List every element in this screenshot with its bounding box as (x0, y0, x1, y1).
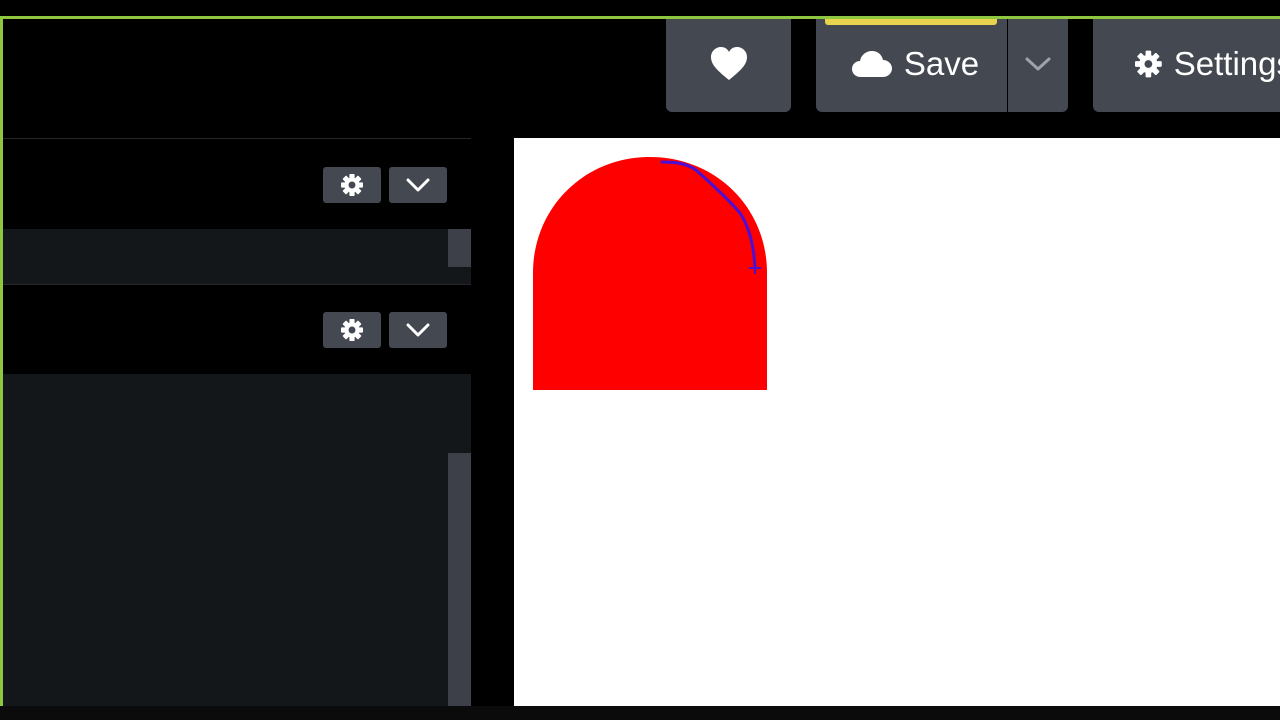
panel-scrollbar[interactable] (448, 229, 471, 267)
settings-label: Settings (1173, 45, 1280, 82)
chevron-down-icon (406, 323, 430, 337)
panel-settings-button[interactable] (323, 167, 381, 203)
panel-scrollbar[interactable] (448, 453, 471, 706)
canvas-preview[interactable] (514, 138, 1280, 706)
canvas-drawing (533, 157, 767, 390)
save-accent-bar (825, 19, 997, 25)
window-border (0, 16, 3, 720)
settings-button[interactable]: Settings (1093, 16, 1280, 112)
red-arch-shape[interactable] (533, 157, 767, 390)
save-label: Save (903, 45, 980, 82)
favorite-button[interactable] (666, 16, 791, 112)
window-border (0, 16, 1280, 19)
gear-icon (1135, 50, 1162, 78)
panel-content (3, 374, 471, 706)
panel-divider (471, 138, 514, 706)
panel-collapse-button[interactable] (389, 312, 447, 348)
panel-collapse-button[interactable] (389, 167, 447, 203)
chevron-down-icon (1025, 57, 1051, 71)
save-button[interactable]: Save (816, 16, 1007, 112)
save-options-dropdown[interactable] (1008, 16, 1068, 112)
gear-icon (341, 319, 363, 341)
chevron-down-icon (406, 178, 430, 192)
cloud-icon (851, 51, 892, 77)
bottom-bar (0, 706, 1280, 720)
panel-settings-button[interactable] (323, 312, 381, 348)
panel-content (3, 229, 471, 284)
heart-icon (710, 47, 747, 80)
gear-icon (341, 174, 363, 196)
app-window: Save Settings (0, 0, 1280, 720)
